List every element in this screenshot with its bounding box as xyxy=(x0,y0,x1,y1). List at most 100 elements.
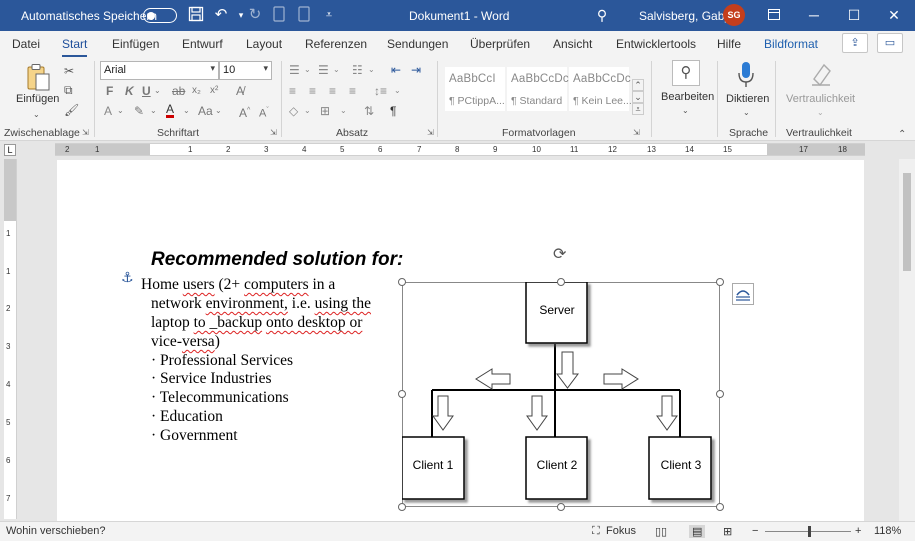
collapse-ribbon-icon[interactable]: ⌃ xyxy=(898,127,906,143)
focus-label[interactable]: Fokus xyxy=(606,525,636,537)
minimize-icon[interactable]: ─ xyxy=(794,0,834,31)
justify-icon[interactable]: ≡ xyxy=(349,83,356,99)
document-heading[interactable]: Recommended solution for: xyxy=(151,249,403,271)
body-line-1[interactable]: Home users (2+ computers in a xyxy=(141,275,335,294)
tab-datei[interactable]: Datei xyxy=(12,37,40,51)
multilevel-dropdown-icon[interactable]: ⌄ xyxy=(368,62,375,78)
focus-icon[interactable]: ⛶ xyxy=(592,525,600,538)
text-effects-icon[interactable]: A xyxy=(104,103,112,119)
borders-dropdown-icon[interactable]: ⌄ xyxy=(340,103,347,119)
list-item[interactable]: · Telecommunications xyxy=(151,388,289,407)
vertical-scrollbar[interactable] xyxy=(899,159,915,521)
text-effects-dropdown-icon[interactable]: ⌄ xyxy=(117,103,124,119)
tab-einfuegen[interactable]: Einfügen xyxy=(112,37,159,51)
avatar[interactable]: SG xyxy=(723,4,745,26)
underline-icon[interactable]: U xyxy=(142,83,151,99)
tab-referenzen[interactable]: Referenzen xyxy=(305,37,367,51)
increase-indent-icon[interactable]: ⇥ xyxy=(411,62,421,78)
redo-icon[interactable]: ↻ xyxy=(246,6,264,24)
line-spacing-dropdown-icon[interactable]: ⌄ xyxy=(394,83,401,99)
web-layout-icon[interactable]: ⊞ xyxy=(723,525,732,538)
highlight-dropdown-icon[interactable]: ⌄ xyxy=(150,103,157,119)
tab-start[interactable]: Start xyxy=(62,37,88,57)
shading-dropdown-icon[interactable]: ⌄ xyxy=(304,103,311,119)
change-case-icon[interactable]: Aa xyxy=(198,103,213,119)
tab-sendungen[interactable]: Sendungen xyxy=(387,37,448,51)
list-item[interactable]: · Service Industries xyxy=(151,369,272,388)
touch-mode-icon[interactable] xyxy=(270,6,288,24)
superscript-icon[interactable]: x² xyxy=(210,83,218,99)
bullets-icon[interactable]: ☰ xyxy=(289,62,300,78)
highlight-icon[interactable]: ✎ xyxy=(134,103,144,119)
underline-dropdown-icon[interactable]: ⌄ xyxy=(154,83,161,99)
resize-handle[interactable] xyxy=(716,278,724,286)
save-icon[interactable] xyxy=(187,6,205,24)
undo-icon[interactable]: ↶ xyxy=(212,6,230,24)
zoom-slider-knob[interactable] xyxy=(808,526,811,537)
microphone-icon[interactable] xyxy=(737,61,755,93)
body-line-3[interactable]: laptop to _backup onto desktop or xyxy=(151,313,362,332)
font-color-icon[interactable]: A xyxy=(166,103,175,118)
clipboard-launcher-icon[interactable]: ⇲ xyxy=(82,128,89,137)
ribbon-display-icon[interactable] xyxy=(754,0,794,31)
dictate-dropdown-icon[interactable]: ⌄ xyxy=(743,105,750,121)
share-icon[interactable]: ⇪ xyxy=(842,33,868,53)
scrollbar-thumb[interactable] xyxy=(903,173,911,271)
shading-icon[interactable]: ◇ xyxy=(289,103,298,119)
dictate-label[interactable]: Diktieren xyxy=(726,93,769,105)
search-icon[interactable]: ⚲ xyxy=(672,60,700,86)
format-painter-icon[interactable]: 🖌 xyxy=(64,102,79,118)
align-center-icon[interactable]: ≡ xyxy=(309,83,316,99)
italic-icon[interactable]: K xyxy=(125,83,134,99)
multilevel-list-icon[interactable]: ☷ xyxy=(352,62,363,78)
comments-icon[interactable]: ▭ xyxy=(877,33,903,53)
align-left-icon[interactable]: ≡ xyxy=(289,83,296,99)
sensitivity-label[interactable]: Vertraulichkeit xyxy=(786,93,855,105)
cut-icon[interactable]: ✂ xyxy=(64,63,74,79)
maximize-icon[interactable]: ☐ xyxy=(834,0,874,31)
resize-handle[interactable] xyxy=(398,503,406,511)
sensitivity-dropdown-icon[interactable]: ⌄ xyxy=(817,105,824,121)
customize-qat-icon[interactable]: ⩡ xyxy=(320,6,338,24)
tab-entwurf[interactable]: Entwurf xyxy=(182,37,223,51)
pilcrow-icon[interactable]: ¶ xyxy=(390,103,396,119)
font-size-box[interactable]: 10 ▾ xyxy=(219,61,272,80)
font-launcher-icon[interactable]: ⇲ xyxy=(270,128,277,137)
line-spacing-icon[interactable]: ↕≡ xyxy=(374,83,387,99)
font-name-box[interactable]: Arial ▾ xyxy=(100,61,219,80)
copy-icon[interactable]: ⧉ xyxy=(64,82,73,98)
list-item[interactable]: · Government xyxy=(151,426,238,445)
paste-label[interactable]: Einfügen xyxy=(16,93,59,105)
print-layout-icon[interactable]: ▤ xyxy=(689,525,706,538)
tab-bildformat[interactable]: Bildformat xyxy=(764,37,818,51)
rotate-handle-icon[interactable]: ⟳ xyxy=(553,244,566,264)
style-standard[interactable]: AaBbCcDc ¶ Standard xyxy=(507,67,569,111)
network-diagram[interactable]: Server Client 1 Client 2 Client 3 xyxy=(402,282,720,507)
styles-more-icon[interactable]: ⩡ xyxy=(632,103,644,115)
layout-options-icon[interactable] xyxy=(732,283,754,305)
styles-scroll-down-icon[interactable]: ⌄ xyxy=(632,91,644,103)
sensitivity-icon[interactable] xyxy=(810,61,832,91)
autosave-toggle[interactable] xyxy=(143,8,177,23)
subscript-icon[interactable]: x₂ xyxy=(192,83,201,99)
align-right-icon[interactable]: ≡ xyxy=(329,83,336,99)
style-pctippa[interactable]: AaBbCcI ¶ PCtippA... xyxy=(445,67,505,111)
body-line-4[interactable]: vice-versa) xyxy=(151,332,220,351)
resize-handle[interactable] xyxy=(716,390,724,398)
clear-format-icon[interactable]: A̸ xyxy=(236,83,244,99)
resize-handle[interactable] xyxy=(716,503,724,511)
vertical-ruler[interactable]: 1 1 2 3 4 5 6 7 xyxy=(4,159,17,519)
zoom-slider[interactable] xyxy=(765,526,851,537)
tab-layout[interactable]: Layout xyxy=(246,37,282,51)
decrease-indent-icon[interactable]: ⇤ xyxy=(391,62,401,78)
format-painter-qat-icon[interactable] xyxy=(295,6,313,24)
editing-dropdown-icon[interactable]: ⌄ xyxy=(682,103,689,119)
numbering-dropdown-icon[interactable]: ⌄ xyxy=(333,62,340,78)
paragraph-launcher-icon[interactable]: ⇲ xyxy=(427,128,434,137)
borders-icon[interactable]: ⊞ xyxy=(320,103,330,119)
editing-label[interactable]: Bearbeiten xyxy=(661,91,714,103)
zoom-in-icon[interactable]: + xyxy=(855,525,861,537)
shrink-font-icon[interactable]: Aˇ xyxy=(259,103,269,122)
bold-icon[interactable]: F xyxy=(106,83,113,99)
resize-handle[interactable] xyxy=(557,503,565,511)
